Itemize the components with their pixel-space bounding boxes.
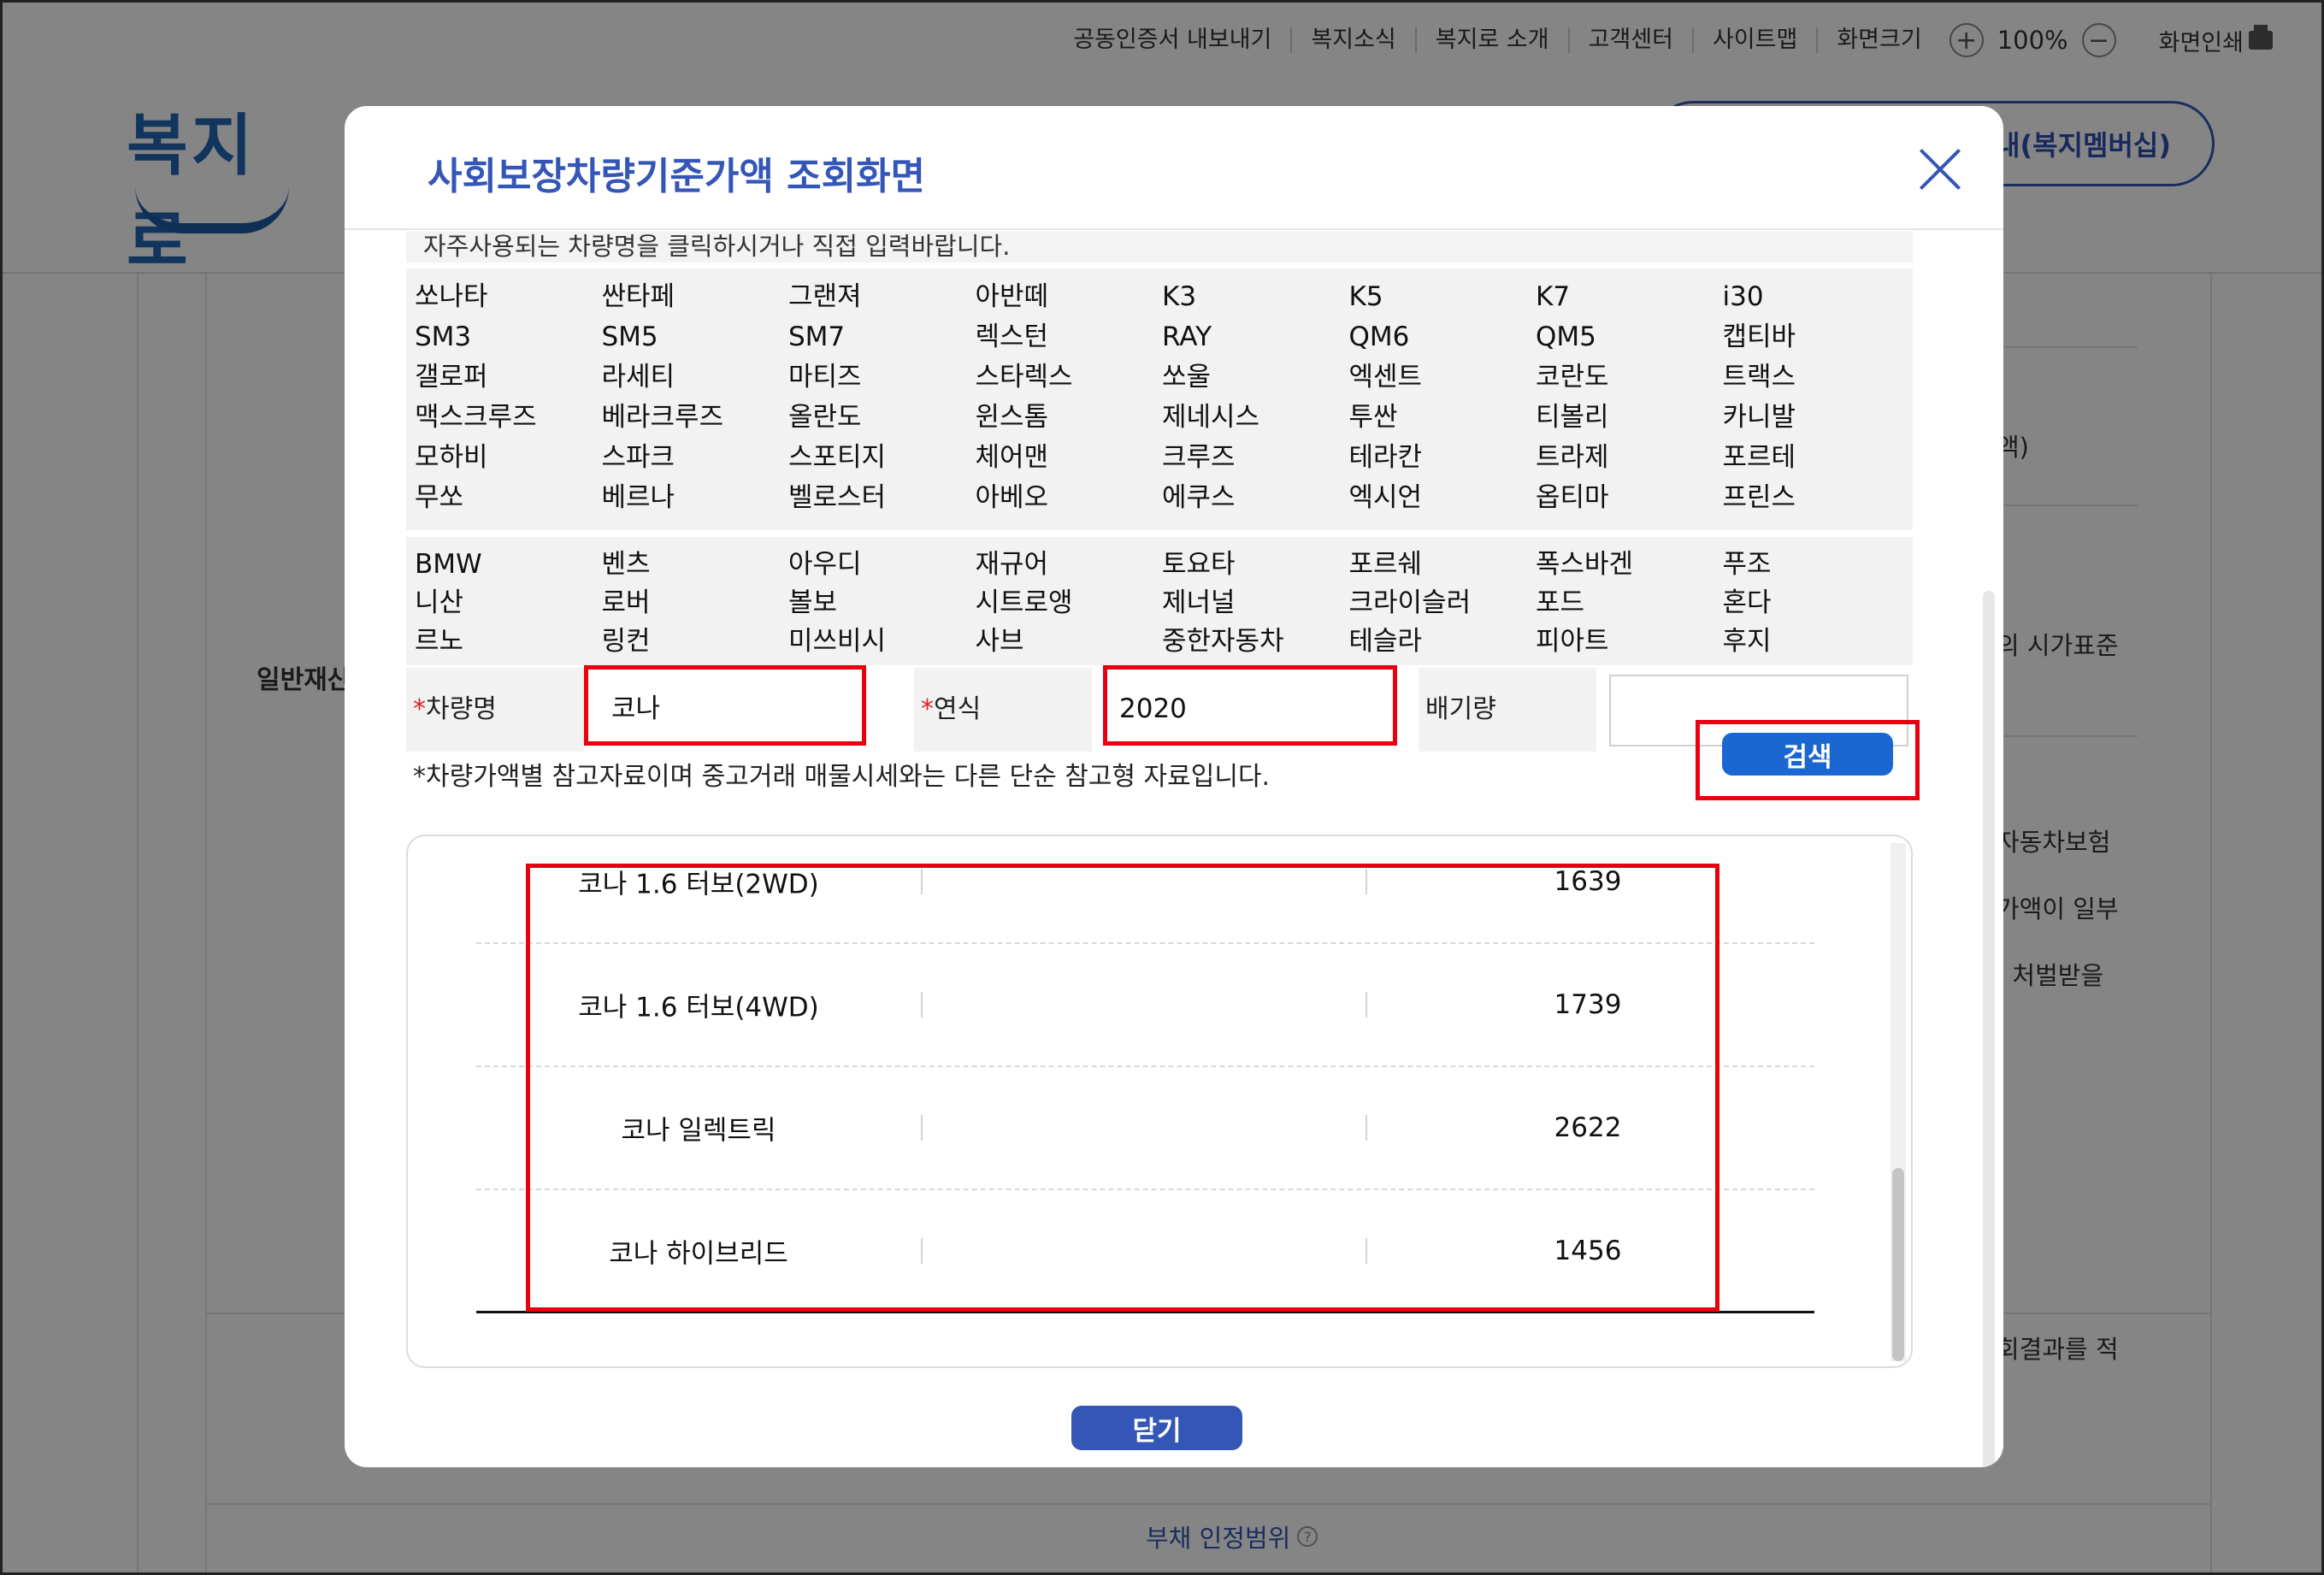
car-link[interactable]: 르노: [415, 622, 602, 661]
year-label: *연식: [914, 668, 1092, 752]
import-car-grid: BMW 벤츠 아우디 재규어 토요타 포르쉐 폭스바겐 푸조니산 로버 볼보 시트로앵 제너널 크라이슬…: [415, 546, 1913, 661]
car-link[interactable]: 혼다: [1723, 584, 1910, 622]
car-link[interactable]: 카니발: [1723, 398, 1910, 438]
search-button[interactable]: 검색: [1722, 733, 1893, 776]
car-link[interactable]: 에쿠스: [1162, 478, 1349, 518]
car-link[interactable]: 싼타페: [602, 277, 789, 317]
car-link[interactable]: 스파크: [602, 438, 789, 478]
displacement-label: 배기량: [1419, 668, 1596, 752]
car-link[interactable]: 아베오: [976, 478, 1163, 518]
car-link[interactable]: 아우디: [788, 546, 976, 584]
result-scrollbar[interactable]: [1890, 843, 1906, 1361]
car-link[interactable]: 갤로퍼: [415, 357, 602, 398]
car-link[interactable]: 라세티: [602, 357, 789, 398]
car-link[interactable]: 니산: [415, 584, 602, 622]
domestic-car-grid: 쏘나타 싼타페 그랜져 아반떼 K3 K5 K7 i30 SM3 SM5 SM7 렉스턴 RAY QM6 Q…: [415, 277, 1913, 518]
required-mark: *: [921, 694, 934, 724]
required-mark: *: [413, 694, 426, 724]
vehicle-price-modal: 사회보장차량기준가액 조회화면 자주사용되는 차량명을 클릭하시거나 직접 입력…: [345, 106, 2003, 1467]
car-link[interactable]: 포드: [1536, 584, 1723, 622]
car-link[interactable]: 스포티지: [788, 438, 976, 478]
car-link[interactable]: 티볼리: [1536, 398, 1723, 438]
car-link[interactable]: 제네시스: [1162, 398, 1349, 438]
car-name-label: *차량명: [406, 668, 584, 752]
car-link[interactable]: 후지: [1723, 622, 1910, 661]
car-link[interactable]: 코란도: [1536, 357, 1723, 398]
car-link[interactable]: 미쓰비시: [788, 622, 976, 661]
car-link[interactable]: 토요타: [1162, 546, 1349, 584]
car-link[interactable]: 아반떼: [976, 277, 1163, 317]
car-link[interactable]: 마티즈: [788, 357, 976, 398]
modal-scrollbar[interactable]: [1983, 591, 1995, 1467]
car-link[interactable]: 푸조: [1723, 546, 1910, 584]
car-name-label-text: 차량명: [426, 694, 497, 724]
car-link[interactable]: 폭스바겐: [1536, 546, 1723, 584]
car-link[interactable]: 엑센트: [1349, 357, 1537, 398]
car-link[interactable]: 무쏘: [415, 478, 602, 518]
car-link[interactable]: 크라이슬러: [1349, 584, 1537, 622]
car-link[interactable]: 포르쉐: [1349, 546, 1537, 584]
car-link[interactable]: 제너널: [1162, 584, 1349, 622]
car-link[interactable]: 트랙스: [1723, 357, 1910, 398]
close-icon[interactable]: [1918, 147, 1962, 192]
car-link[interactable]: 베라크루즈: [602, 398, 789, 438]
car-link[interactable]: 스타렉스: [976, 357, 1163, 398]
car-link[interactable]: 테슬라: [1349, 622, 1537, 661]
car-link[interactable]: 엑시언: [1349, 478, 1537, 518]
car-link[interactable]: 옵티마: [1536, 478, 1723, 518]
car-link[interactable]: RAY: [1162, 317, 1349, 357]
car-link[interactable]: 쏘울: [1162, 357, 1349, 398]
year-label-text: 연식: [934, 694, 982, 724]
car-link[interactable]: 윈스톰: [976, 398, 1163, 438]
car-link[interactable]: 중한자동차: [1162, 622, 1349, 661]
car-link[interactable]: 사브: [976, 622, 1163, 661]
close-button[interactable]: 닫기: [1071, 1406, 1242, 1450]
disclaimer-text: *차량가액별 참고자료이며 중고거래 매물시세와는 다른 단순 참고형 자료입니…: [413, 762, 1271, 792]
modal-title: 사회보장차량기준가액 조회화면: [428, 155, 926, 198]
car-link[interactable]: 포르테: [1723, 438, 1910, 478]
modal-header: 사회보장차량기준가액 조회화면: [345, 106, 2003, 230]
car-link[interactable]: 피아트: [1536, 622, 1723, 661]
car-link[interactable]: 그랜져: [788, 277, 976, 317]
car-link[interactable]: 시트로앵: [976, 584, 1163, 622]
car-link[interactable]: 투싼: [1349, 398, 1537, 438]
car-link[interactable]: 벨로스터: [788, 478, 976, 518]
car-link[interactable]: 프린스: [1723, 478, 1910, 518]
result-scroll-thumb[interactable]: [1892, 1168, 1904, 1361]
car-link[interactable]: BMW: [415, 546, 602, 584]
car-link[interactable]: 테라칸: [1349, 438, 1537, 478]
import-car-list: BMW 벤츠 아우디 재규어 토요타 포르쉐 폭스바겐 푸조니산 로버 볼보 시트로앵 제너널 크라이슬…: [406, 537, 1913, 665]
car-link[interactable]: K3: [1162, 277, 1349, 317]
car-link[interactable]: QM6: [1349, 317, 1537, 357]
car-link[interactable]: 체어맨: [976, 438, 1163, 478]
car-link[interactable]: SM7: [788, 317, 976, 357]
car-link[interactable]: 렉스턴: [976, 317, 1163, 357]
car-link[interactable]: 링컨: [602, 622, 789, 661]
car-link[interactable]: i30: [1723, 277, 1910, 317]
car-link[interactable]: 볼보: [788, 584, 976, 622]
car-link[interactable]: 캡티바: [1723, 317, 1910, 357]
car-link[interactable]: 크루즈: [1162, 438, 1349, 478]
car-link[interactable]: 로버: [602, 584, 789, 622]
car-link[interactable]: QM5: [1536, 317, 1723, 357]
car-link[interactable]: SM5: [602, 317, 789, 357]
car-link[interactable]: SM3: [415, 317, 602, 357]
car-link[interactable]: 쏘나타: [415, 277, 602, 317]
car-link[interactable]: 벤츠: [602, 546, 789, 584]
highlight-year: [1103, 665, 1397, 746]
car-link[interactable]: K5: [1349, 277, 1537, 317]
highlight-car-name: [584, 665, 866, 746]
domestic-car-list: 쏘나타 싼타페 그랜져 아반떼 K3 K5 K7 i30 SM3 SM5 SM7 렉스턴 RAY QM6 Q…: [406, 268, 1913, 530]
car-link[interactable]: 베르나: [602, 478, 789, 518]
car-link[interactable]: 트라제: [1536, 438, 1723, 478]
car-link[interactable]: 모하비: [415, 438, 602, 478]
highlight-results: [526, 864, 1719, 1312]
car-link[interactable]: 재규어: [976, 546, 1163, 584]
car-link[interactable]: 맥스크루즈: [415, 398, 602, 438]
car-link[interactable]: 올란도: [788, 398, 976, 438]
notice-text: 자주사용되는 차량명을 클릭하시거나 직접 입력바랍니다.: [406, 232, 1913, 262]
car-link[interactable]: K7: [1536, 277, 1723, 317]
